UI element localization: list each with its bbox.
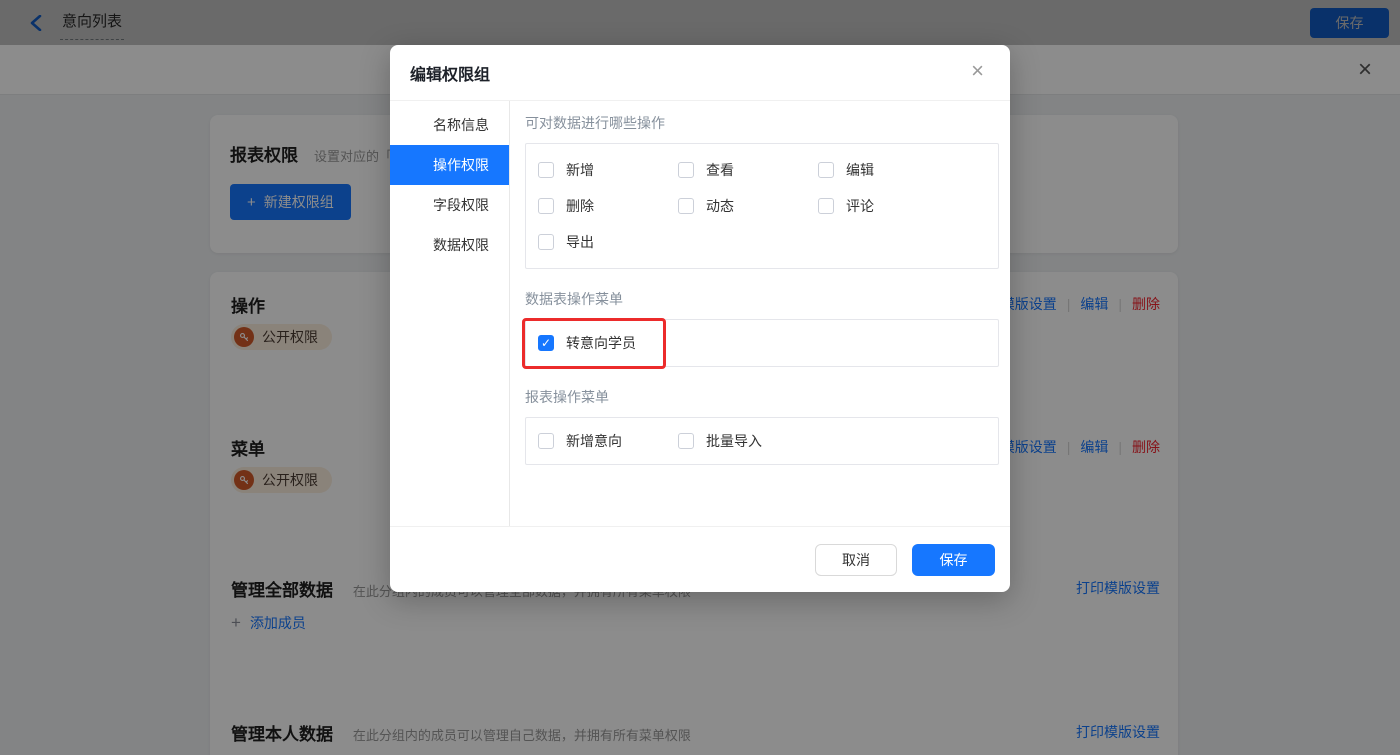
edit-permission-group-modal: 编辑权限组 × 名称信息 操作权限 字段权限 数据权限 可对数据进行哪些操作 新… bbox=[390, 45, 1010, 592]
checkbox-icon[interactable] bbox=[678, 198, 694, 214]
data-ops-box: 新增 查看 编辑 删除 动态 评论 导出 bbox=[525, 143, 999, 269]
report-menu-box: 新增意向 批量导入 bbox=[525, 417, 999, 465]
modal-close-icon[interactable]: × bbox=[971, 59, 984, 83]
cancel-button[interactable]: 取消 bbox=[815, 544, 897, 576]
checkbox-item-view[interactable]: 查看 bbox=[678, 152, 818, 188]
checkbox-checked-icon[interactable]: ✓ bbox=[538, 335, 554, 351]
tab-operation-permission[interactable]: 操作权限 bbox=[390, 145, 509, 185]
tab-name-info[interactable]: 名称信息 bbox=[390, 105, 509, 145]
checkbox-icon[interactable] bbox=[538, 162, 554, 178]
modal-body: 名称信息 操作权限 字段权限 数据权限 可对数据进行哪些操作 新增 查看 编辑 … bbox=[390, 101, 1010, 526]
checkbox-item-add-intent[interactable]: 新增意向 bbox=[538, 423, 678, 459]
tab-field-permission[interactable]: 字段权限 bbox=[390, 185, 509, 225]
report-menu-label: 报表操作菜单 bbox=[525, 387, 999, 407]
screen: 意向列表 保存 × 报表权限 设置对应的「 + 新建权限组 操作 打印模版设置|… bbox=[0, 0, 1400, 755]
checkbox-item-add[interactable]: 新增 bbox=[538, 152, 678, 188]
modal-tab-content: 可对数据进行哪些操作 新增 查看 编辑 删除 动态 评论 导出 数据表操作菜单 … bbox=[510, 101, 1019, 526]
checkbox-item-export[interactable]: 导出 bbox=[538, 224, 678, 260]
checkbox-item-batch-import[interactable]: 批量导入 bbox=[678, 423, 818, 459]
checkbox-item-delete[interactable]: 删除 bbox=[538, 188, 678, 224]
modal-tab-list: 名称信息 操作权限 字段权限 数据权限 bbox=[390, 101, 510, 526]
modal-footer: 取消 保存 bbox=[390, 526, 1010, 592]
tab-data-permission[interactable]: 数据权限 bbox=[390, 225, 509, 265]
checkbox-icon[interactable] bbox=[538, 433, 554, 449]
save-button[interactable]: 保存 bbox=[912, 544, 995, 576]
modal-title: 编辑权限组 bbox=[410, 61, 490, 85]
checkbox-item-edit[interactable]: 编辑 bbox=[818, 152, 998, 188]
table-menu-label: 数据表操作菜单 bbox=[525, 289, 999, 309]
table-menu-box: ✓ 转意向学员 bbox=[525, 319, 999, 367]
checkbox-icon[interactable] bbox=[678, 433, 694, 449]
checkbox-icon[interactable] bbox=[538, 198, 554, 214]
data-ops-label: 可对数据进行哪些操作 bbox=[525, 113, 999, 133]
checkbox-item-activity[interactable]: 动态 bbox=[678, 188, 818, 224]
checkbox-icon[interactable] bbox=[678, 162, 694, 178]
checkbox-icon[interactable] bbox=[818, 198, 834, 214]
checkbox-item-comment[interactable]: 评论 bbox=[818, 188, 998, 224]
modal-header: 编辑权限组 × bbox=[390, 45, 1010, 101]
checkbox-item-transfer-student[interactable]: ✓ 转意向学员 bbox=[538, 325, 636, 361]
topbar-dim-overlay bbox=[0, 0, 1400, 45]
checkbox-icon[interactable] bbox=[538, 234, 554, 250]
checkbox-icon[interactable] bbox=[818, 162, 834, 178]
